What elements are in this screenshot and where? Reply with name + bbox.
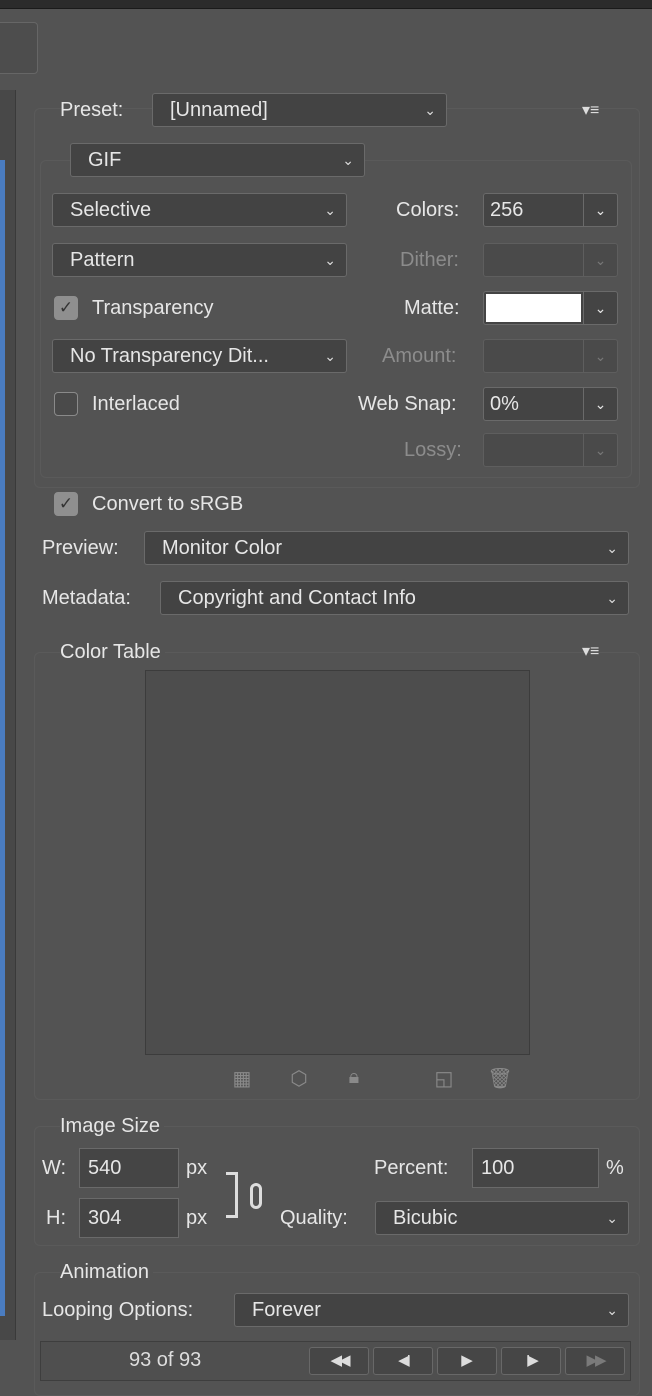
matte-swatch[interactable] (486, 294, 581, 322)
play-button[interactable]: ▶ (437, 1347, 497, 1375)
preset-label: Preset: (60, 99, 124, 121)
matte-combo[interactable]: ⌄ (483, 291, 618, 325)
transparency-checkbox[interactable]: ✓ (54, 296, 78, 320)
height-input[interactable]: 304 (79, 1198, 179, 1238)
chevron-down-icon: ⌄ (606, 1302, 618, 1318)
dither-label: Dither: (400, 249, 459, 271)
format-dropdown[interactable]: GIF ⌄ (70, 143, 365, 177)
link-icon[interactable] (250, 1183, 262, 1209)
web-cube-icon[interactable]: ⬡ (286, 1066, 312, 1091)
amount-label: Amount: (382, 345, 457, 367)
colors-label: Colors: (396, 199, 460, 221)
next-frame-button[interactable]: I▶ (501, 1347, 561, 1375)
chevron-down-icon: ⌄ (583, 340, 617, 372)
chevron-down-icon: ⌄ (583, 244, 617, 276)
format-value: GIF (88, 149, 122, 171)
metadata-dropdown[interactable]: Copyright and Contact Info ⌄ (160, 581, 629, 615)
percent-label: Percent: (374, 1157, 449, 1179)
width-unit: px (186, 1157, 208, 1179)
height-unit: px (186, 1207, 208, 1229)
reduction-value: Selective (70, 199, 152, 221)
metadata-label: Metadata: (42, 587, 131, 609)
transparency-dither-value: No Transparency Dit... (70, 345, 269, 367)
frame-counter: 93 of 93 (129, 1349, 202, 1371)
chevron-down-icon: ⌄ (424, 102, 436, 118)
chevron-down-icon[interactable]: ⌄ (583, 388, 617, 420)
transparency-label[interactable]: Transparency (92, 296, 214, 320)
preview-dropdown[interactable]: Monitor Color ⌄ (144, 531, 629, 565)
chevron-down-icon[interactable]: ⌄ (583, 194, 617, 226)
lossy-combo: ⌄ (483, 433, 618, 467)
preset-menu-icon[interactable]: ▾≡ (582, 100, 599, 120)
convert-srgb-checkbox[interactable]: ✓ (54, 492, 78, 516)
transparency-checker-icon[interactable]: ▦ (229, 1066, 255, 1091)
chevron-down-icon: ⌄ (342, 152, 354, 168)
matte-label: Matte: (404, 297, 460, 319)
color-table-menu-icon[interactable]: ▾≡ (582, 641, 599, 661)
colors-combo[interactable]: 256 ⌄ (483, 193, 618, 227)
convert-srgb-label[interactable]: Convert to sRGB (92, 492, 243, 516)
preset-dropdown[interactable]: [Unnamed] ⌄ (152, 93, 447, 127)
quality-label: Quality: (280, 1207, 348, 1229)
chevron-down-icon: ⌄ (583, 434, 617, 466)
looping-label: Looping Options: (42, 1299, 194, 1321)
web-snap-combo[interactable]: 0% ⌄ (483, 387, 618, 421)
first-frame-button[interactable]: ◀◀ (309, 1347, 369, 1375)
percent-input[interactable]: 100 (472, 1148, 599, 1188)
web-snap-label: Web Snap: (358, 393, 457, 415)
image-size-title: Image Size (60, 1114, 165, 1138)
last-frame-button[interactable]: ▶▶ (565, 1347, 625, 1375)
chevron-down-icon: ⌄ (324, 252, 336, 268)
quality-value: Bicubic (393, 1207, 458, 1229)
previous-frame-button[interactable]: ◀I (373, 1347, 433, 1375)
panel-button[interactable] (0, 22, 38, 74)
height-label: H: (46, 1207, 66, 1229)
new-color-icon[interactable]: ◱ (431, 1066, 457, 1091)
interlaced-label[interactable]: Interlaced (92, 392, 180, 416)
percent-unit: % (606, 1157, 624, 1179)
constrain-bracket (226, 1172, 238, 1218)
trash-icon[interactable]: 🗑︎ (487, 1066, 513, 1091)
looping-value: Forever (252, 1299, 321, 1321)
transparency-dither-dropdown[interactable]: No Transparency Dit... ⌄ (52, 339, 347, 373)
lossy-label: Lossy: (404, 439, 462, 461)
chevron-down-icon[interactable]: ⌄ (583, 292, 617, 324)
interlaced-checkbox[interactable] (54, 392, 78, 416)
color-table-title: Color Table (60, 640, 165, 664)
chevron-down-icon: ⌄ (606, 1210, 618, 1226)
preview-value: Monitor Color (162, 537, 283, 559)
selection-highlight (0, 160, 5, 1316)
chevron-down-icon: ⌄ (324, 348, 336, 364)
dither-algorithm-dropdown[interactable]: Pattern ⌄ (52, 243, 347, 277)
chevron-down-icon: ⌄ (324, 202, 336, 218)
dither-algo-value: Pattern (70, 249, 135, 271)
color-table-swatches[interactable] (145, 670, 530, 1055)
lock-icon[interactable]: 🔒︎ (341, 1066, 367, 1089)
colors-value[interactable]: 256 (490, 194, 523, 226)
color-reduction-dropdown[interactable]: Selective ⌄ (52, 193, 347, 227)
metadata-value: Copyright and Contact Info (178, 587, 416, 609)
preset-value: [Unnamed] (170, 99, 268, 121)
chevron-down-icon: ⌄ (606, 540, 618, 556)
animation-title: Animation (60, 1260, 153, 1284)
width-label: W: (42, 1157, 67, 1179)
preview-label: Preview: (42, 537, 119, 559)
width-input[interactable]: 540 (79, 1148, 179, 1188)
web-snap-value[interactable]: 0% (490, 388, 519, 420)
quality-dropdown[interactable]: Bicubic ⌄ (375, 1201, 629, 1235)
dither-combo: ⌄ (483, 243, 618, 277)
title-bar (0, 0, 652, 9)
amount-combo: ⌄ (483, 339, 618, 373)
chevron-down-icon: ⌄ (606, 590, 618, 606)
looping-dropdown[interactable]: Forever ⌄ (234, 1293, 629, 1327)
